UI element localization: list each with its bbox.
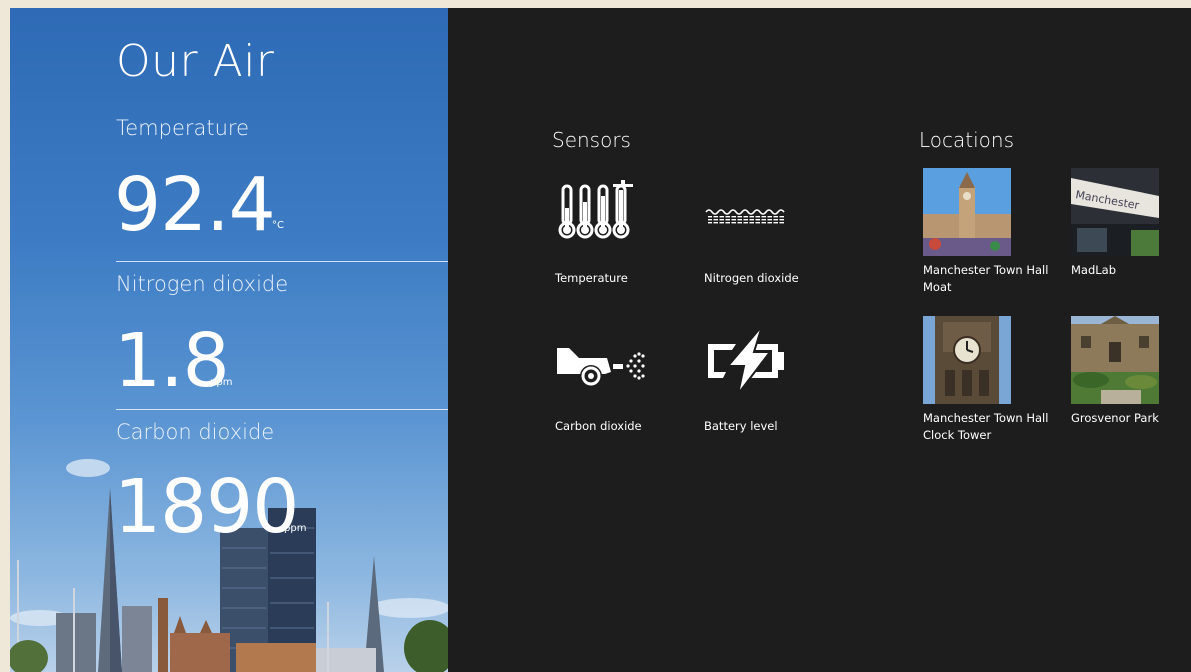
battery-icon — [708, 325, 784, 395]
content-panel: Sensors Temperature Nitrogen dioxide Car… — [448, 8, 1191, 672]
location-label: MadLab — [1071, 262, 1191, 279]
locations-heading: Locations — [919, 128, 1015, 152]
nitrogen-dioxide-label: Nitrogen dioxide — [116, 272, 289, 296]
carbon-dioxide-unit: ppm — [284, 523, 307, 534]
sensor-label: Nitrogen dioxide — [704, 271, 799, 285]
town-hall-photo — [923, 168, 1011, 256]
temperature-label: Temperature — [116, 116, 250, 140]
city-skyline-image — [10, 459, 448, 672]
carbon-dioxide-value: 1890 — [114, 464, 299, 550]
sensor-tile-temperature[interactable]: Temperature — [555, 180, 695, 310]
location-label: Manchester Town Hall Moat — [923, 262, 1073, 296]
sensor-tile-nitrogen-dioxide[interactable]: Nitrogen dioxide — [704, 180, 844, 310]
page-title: Our Air — [116, 36, 275, 87]
divider — [116, 261, 448, 262]
temperature-unit: °C — [272, 220, 284, 231]
sensor-label: Temperature — [555, 271, 628, 285]
nitrogen-dioxide-icon — [705, 209, 785, 225]
clock-tower-photo — [923, 316, 1011, 404]
grosvenor-park-photo — [1071, 316, 1159, 404]
divider — [116, 409, 448, 410]
location-label: Grosvenor Park — [1071, 410, 1191, 427]
sensor-label: Battery level — [704, 419, 778, 433]
sensors-heading: Sensors — [552, 128, 631, 152]
location-label-line: Manchester Town Hall — [923, 263, 1049, 277]
sensor-label: Carbon dioxide — [555, 419, 642, 433]
sensor-tile-battery[interactable]: Battery level — [704, 320, 844, 450]
location-label-line: MadLab — [1071, 263, 1117, 277]
nitrogen-dioxide-unit: ppm — [210, 377, 233, 388]
car-exhaust-icon — [557, 348, 645, 387]
sensor-tile-carbon-dioxide[interactable]: Carbon dioxide — [555, 326, 695, 456]
madlab-photo: Manchester — [1071, 168, 1159, 256]
carbon-dioxide-label: Carbon dioxide — [116, 420, 275, 444]
thermometers-icon — [558, 180, 633, 239]
location-label-line: Moat — [923, 280, 952, 294]
location-label: Manchester Town Hall Clock Tower — [923, 410, 1073, 444]
location-label-line: Clock Tower — [923, 428, 992, 442]
app-window: Our Air Temperature 92.4 °C Nitrogen dio… — [10, 8, 1191, 672]
location-label-line: Grosvenor Park — [1071, 411, 1159, 425]
temperature-value: 92.4 — [114, 162, 276, 248]
hero-panel: Our Air Temperature 92.4 °C Nitrogen dio… — [10, 8, 448, 672]
location-label-line: Manchester Town Hall — [923, 411, 1049, 425]
